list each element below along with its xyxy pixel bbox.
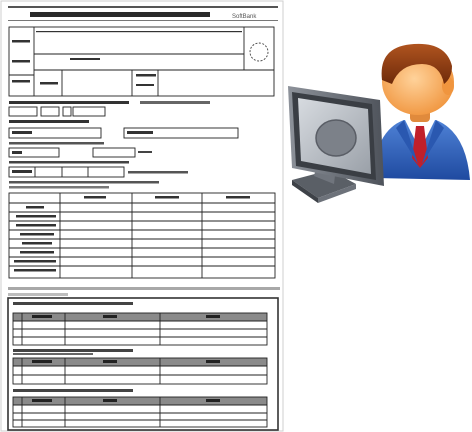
person-icon xyxy=(372,43,470,180)
form-title xyxy=(30,12,210,17)
monitor-icon xyxy=(288,86,384,203)
application-form: SoftBank xyxy=(0,0,284,432)
scene: SoftBank xyxy=(0,0,470,432)
brand-logo: SoftBank xyxy=(232,14,257,20)
person-at-computer-illustration xyxy=(288,43,470,203)
section-divider xyxy=(8,287,280,290)
